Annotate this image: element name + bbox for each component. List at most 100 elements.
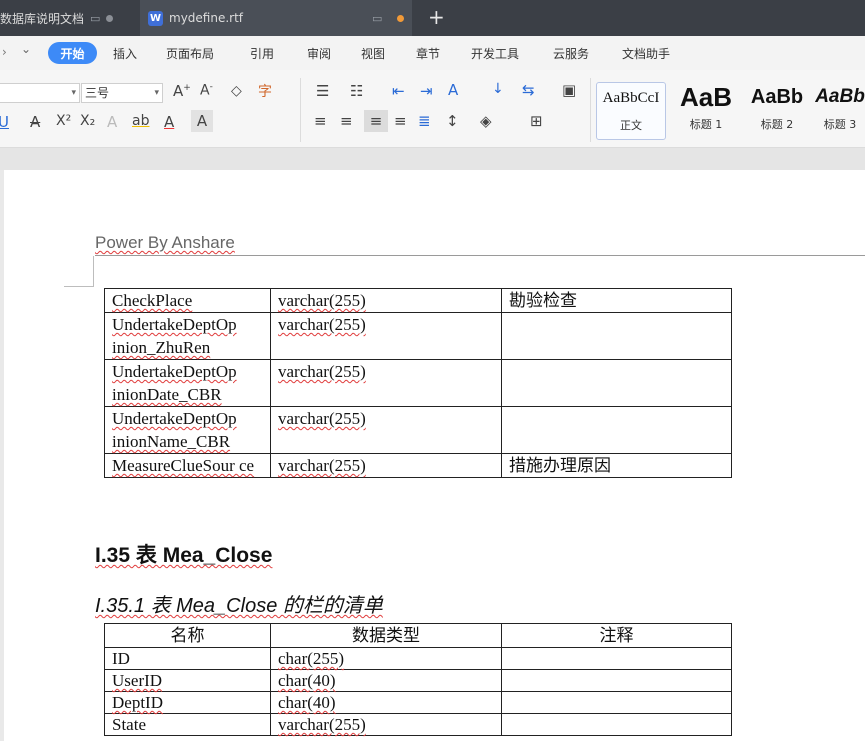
- font-size-combo[interactable]: 三号 ▾: [81, 83, 163, 103]
- quick-access-dropdown-icon[interactable]: ⌄: [21, 42, 31, 56]
- text-effect-icon[interactable]: A: [107, 113, 117, 131]
- table-cell-name[interactable]: UserID: [104, 669, 271, 692]
- table-cell-note[interactable]: [501, 669, 732, 692]
- table-row: ID char(255): [104, 647, 732, 670]
- columns-table-continued: CheckPlace varchar(255) 勘验检查 UndertakeDe…: [104, 288, 732, 478]
- menu-tab-cloud[interactable]: 云服务: [553, 45, 589, 62]
- unsaved-dot-icon[interactable]: [397, 14, 404, 22]
- subscript-icon[interactable]: X₂: [80, 113, 95, 129]
- table-cell-type[interactable]: varchar(255): [270, 406, 502, 454]
- header-data-type[interactable]: 数据类型: [270, 623, 502, 648]
- border-icon[interactable]: ▣: [562, 81, 576, 99]
- menu-tab-insert[interactable]: 插入: [113, 45, 137, 62]
- phonetic-guide-icon[interactable]: 字: [258, 81, 272, 101]
- line-spacing-icon[interactable]: ↕: [446, 112, 459, 130]
- cell-text: UndertakeDeptOp inionName_CBR: [112, 409, 237, 451]
- distribute-icon[interactable]: ≣: [418, 112, 431, 130]
- table-cell-note[interactable]: [501, 691, 732, 714]
- char-shading-icon[interactable]: A: [191, 110, 213, 132]
- tab-status-dot[interactable]: [106, 14, 114, 22]
- chevron-down-icon[interactable]: ▾: [154, 84, 159, 102]
- justify-icon[interactable]: ≡: [394, 112, 407, 130]
- menu-tab-chapter[interactable]: 章节: [416, 45, 440, 62]
- header-divider: [95, 255, 865, 256]
- table-cell-note[interactable]: [501, 406, 732, 454]
- table-cell-name[interactable]: UndertakeDeptOp inion_ZhuRen: [104, 312, 271, 360]
- table-cell-type[interactable]: char(255): [270, 647, 502, 670]
- menu-tab-references[interactable]: 引用: [250, 45, 274, 62]
- document-page[interactable]: Power By Anshare CheckPlace varchar(255)…: [4, 170, 865, 741]
- shrink-font-icon[interactable]: A-: [200, 82, 213, 99]
- superscript-icon[interactable]: X²: [56, 113, 71, 129]
- style-heading-1[interactable]: AaB 标题 1: [672, 82, 740, 140]
- clear-format-icon[interactable]: ◇: [231, 83, 242, 99]
- underline-icon[interactable]: U: [0, 113, 9, 131]
- style-label: 标题 3: [823, 118, 857, 131]
- table-cell-note[interactable]: 勘验检查: [501, 288, 732, 313]
- table-cell-name[interactable]: MeasureClueSour ce: [104, 453, 271, 478]
- menu-tab-page-layout[interactable]: 页面布局: [166, 45, 214, 62]
- font-color-icon[interactable]: A: [164, 113, 174, 131]
- table-cell-name[interactable]: State: [104, 713, 271, 736]
- monitor-icon[interactable]: ▭: [372, 12, 382, 25]
- tab-mydefine[interactable]: W mydefine.rtf ▭: [140, 0, 412, 36]
- cell-text: 措施办理原因: [509, 456, 611, 475]
- font-name-combo[interactable]: ▾: [0, 83, 80, 103]
- menu-tab-doc-assistant[interactable]: 文档助手: [622, 45, 670, 62]
- table-row: UndertakeDeptOp inion_ZhuRen varchar(255…: [104, 312, 732, 360]
- menu-tab-developer[interactable]: 开发工具: [471, 45, 519, 62]
- align-left-icon[interactable]: ≡: [314, 112, 327, 130]
- style-preview: AaBb: [815, 86, 865, 107]
- style-preview: AaB: [679, 82, 732, 112]
- table-row: UndertakeDeptOp inionDate_CBR varchar(25…: [104, 359, 732, 407]
- menu-tab-review[interactable]: 审阅: [307, 45, 331, 62]
- table-cell-name[interactable]: ID: [104, 647, 271, 670]
- table-cell-type[interactable]: char(40): [270, 691, 502, 714]
- table-cell-note[interactable]: [501, 647, 732, 670]
- table-cell-note[interactable]: [501, 713, 732, 736]
- decrease-indent-icon[interactable]: ⇤: [392, 82, 405, 100]
- shading-icon[interactable]: ◈: [480, 112, 492, 130]
- table-cell-name[interactable]: UndertakeDeptOp inionDate_CBR: [104, 359, 271, 407]
- table-cell-type[interactable]: varchar(255): [270, 359, 502, 407]
- bullet-list-icon[interactable]: ☰: [316, 82, 329, 100]
- style-preview: AaBbCcI: [602, 90, 660, 106]
- menu-tab-home[interactable]: 开始: [48, 42, 97, 64]
- align-right-icon[interactable]: ≡: [364, 110, 388, 132]
- monitor-icon[interactable]: ▭: [90, 12, 100, 25]
- table-cell-type[interactable]: varchar(255): [270, 453, 502, 478]
- table-border-icon[interactable]: ⊞: [530, 112, 543, 130]
- chinese-layout-icon[interactable]: A: [448, 81, 458, 99]
- table-row: UndertakeDeptOp inionName_CBR varchar(25…: [104, 406, 732, 454]
- menu-tab-view[interactable]: 视图: [361, 45, 385, 62]
- table-cell-note[interactable]: [501, 359, 732, 407]
- table-cell-name[interactable]: CheckPlace: [104, 288, 271, 313]
- align-center-icon[interactable]: ≡: [340, 112, 353, 130]
- new-tab-button[interactable]: +: [428, 6, 445, 28]
- table-cell-name[interactable]: DeptID: [104, 691, 271, 714]
- table-cell-name[interactable]: UndertakeDeptOp inionName_CBR: [104, 406, 271, 454]
- style-heading-3[interactable]: AaBb 标题 3: [815, 82, 865, 140]
- table-cell-note[interactable]: 措施办理原因: [501, 453, 732, 478]
- style-normal[interactable]: AaBbCcI 正文: [596, 82, 666, 140]
- table-cell-type[interactable]: varchar(255): [270, 312, 502, 360]
- menu-overflow-icon[interactable]: ›: [2, 45, 7, 59]
- table-cell-type[interactable]: char(40): [270, 669, 502, 692]
- table-cell-note[interactable]: [501, 312, 732, 360]
- increase-indent-icon[interactable]: ⇥: [420, 82, 433, 100]
- tab-database-doc[interactable]: 数据库说明文档 ▭: [0, 0, 140, 36]
- strikethrough-icon[interactable]: A: [30, 113, 40, 131]
- table-cell-type[interactable]: varchar(255): [270, 288, 502, 313]
- header-comment[interactable]: 注释: [501, 623, 732, 648]
- sort-icon[interactable]: ↓: [492, 81, 504, 97]
- header-name[interactable]: 名称: [104, 623, 271, 648]
- menu-bar: › ⌄ 开始 插入 页面布局 引用 审阅 视图 章节 开发工具 云服务 文档助手: [0, 36, 865, 70]
- document-icon: W: [148, 10, 163, 26]
- show-marks-icon[interactable]: ⇆: [522, 81, 535, 99]
- chevron-down-icon[interactable]: ▾: [71, 84, 76, 102]
- numbered-list-icon[interactable]: ☷: [350, 82, 363, 100]
- highlight-icon[interactable]: ab: [132, 113, 149, 129]
- table-cell-type[interactable]: varchar(255): [270, 713, 502, 736]
- style-heading-2[interactable]: AaBb 标题 2: [744, 82, 810, 140]
- grow-font-icon[interactable]: A+: [173, 82, 191, 100]
